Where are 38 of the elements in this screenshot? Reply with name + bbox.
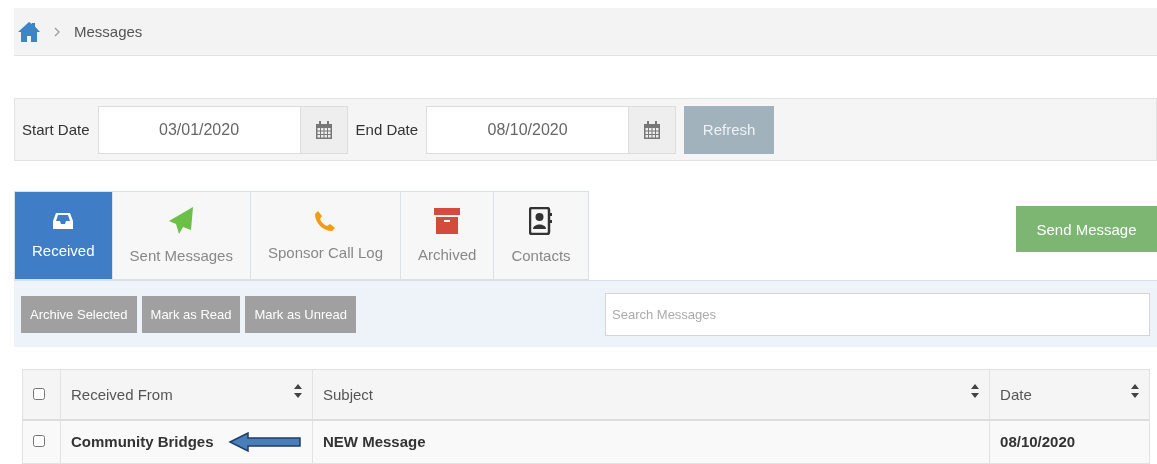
address-book-icon — [528, 207, 553, 235]
calendar-icon — [644, 120, 661, 139]
calendar-button[interactable] — [628, 105, 677, 154]
tab[interactable]: Sent Messages — [112, 191, 251, 280]
tab[interactable]: Received — [14, 191, 113, 280]
send-message-button[interactable]: Send Message — [1016, 206, 1157, 252]
date-field[interactable]: 03/01/2020 — [97, 105, 300, 154]
table-cell: Community Bridges — [71, 433, 214, 451]
select-all-checkbox[interactable] — [33, 387, 45, 400]
tab[interactable]: Contacts — [494, 191, 589, 280]
column-header[interactable]: Subject — [322, 385, 373, 403]
action-button[interactable]: Mark as Unread — [245, 295, 356, 333]
refresh-button[interactable]: Refresh — [684, 105, 775, 154]
sort-icon[interactable] — [293, 384, 302, 398]
tab[interactable]: Sponsor Call Log — [250, 191, 401, 280]
phone-icon — [314, 210, 337, 232]
calendar-button[interactable] — [299, 105, 348, 154]
tab[interactable]: Archived — [401, 191, 495, 280]
action-button[interactable]: Archive Selected — [21, 295, 137, 333]
breadcrumb-item[interactable]: Messages — [74, 23, 143, 40]
date-field[interactable]: 08/10/2020 — [426, 105, 629, 154]
search-field[interactable]: Search Messages — [605, 292, 1150, 336]
table-cell: 08/10/2020 — [989, 419, 1150, 464]
field-label: End Date — [355, 121, 419, 138]
table-cell: NEW Message — [312, 419, 990, 464]
column-header[interactable]: Date — [1000, 385, 1032, 403]
inbox-icon — [53, 212, 74, 230]
row-checkbox[interactable] — [33, 435, 45, 448]
calendar-icon — [315, 120, 332, 139]
box-icon — [434, 208, 461, 234]
chevron-icon — [54, 26, 60, 37]
field-label: Start Date — [22, 121, 90, 138]
sort-icon[interactable] — [1131, 384, 1139, 398]
action-button[interactable]: Mark as Read — [141, 295, 241, 333]
column-header[interactable]: Received From — [71, 385, 173, 403]
sort-icon[interactable] — [971, 384, 980, 398]
paper-plane-icon — [169, 207, 194, 235]
home-icon[interactable] — [18, 21, 40, 42]
